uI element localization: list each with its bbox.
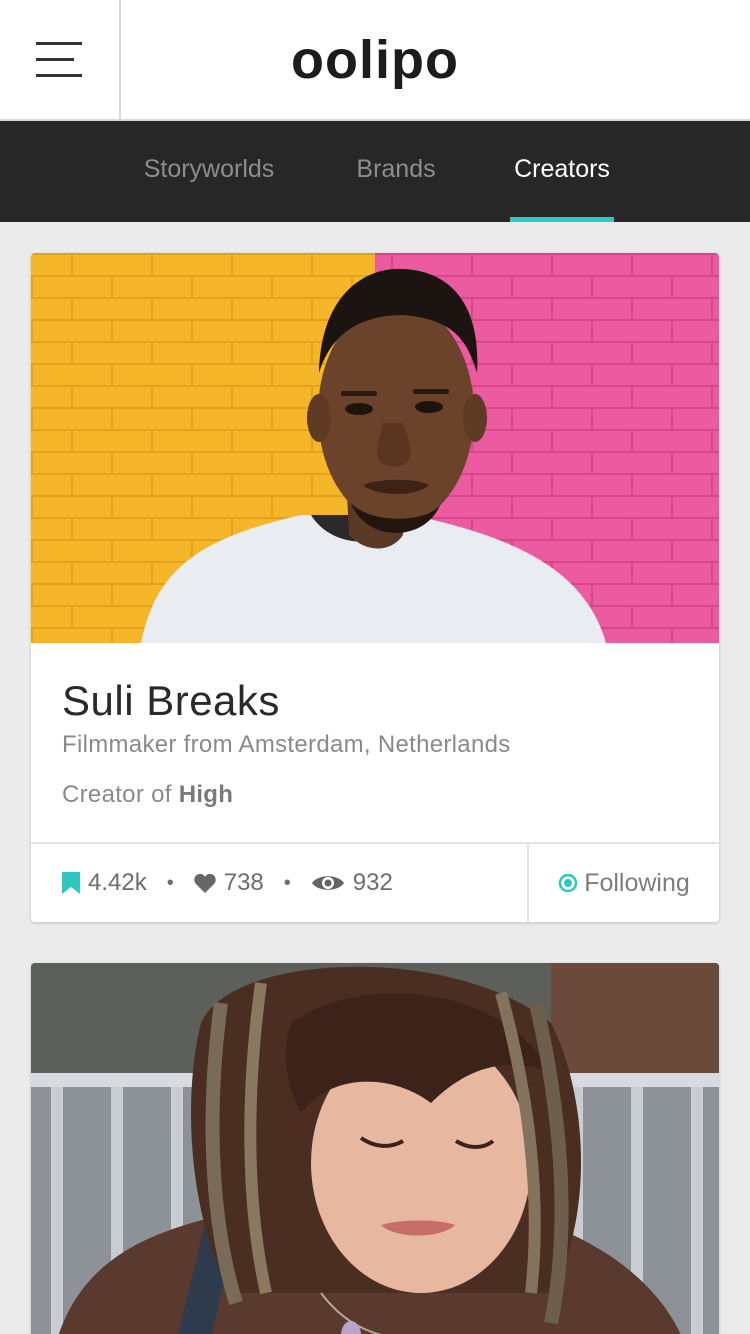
creator-card[interactable] [31, 963, 719, 1334]
eye-icon [311, 876, 344, 890]
creator-subtitle: Filmmaker from Amsterdam, Netherlands [62, 731, 511, 758]
tab-label: Creators [514, 155, 610, 183]
tab-creators[interactable]: Creators [508, 121, 616, 222]
app-root: oolipo Storyworlds Brands Creators Suli … [0, 0, 750, 1334]
menu-button[interactable] [0, 0, 121, 119]
tab-storyworlds[interactable]: Storyworlds [136, 121, 282, 222]
tab-label: Brands [356, 155, 436, 183]
creator-of-line: Creator of High [62, 781, 233, 809]
tab-brands[interactable]: Brands [352, 121, 440, 222]
creator-of-prefix: Creator of [62, 781, 172, 808]
following-label: Following [584, 868, 690, 897]
creator-photo[interactable] [31, 963, 719, 1334]
stats-group: 4.42k • 738 • 932 [62, 844, 393, 922]
likes-count: 738 [223, 869, 264, 896]
hamburger-menu-icon [36, 42, 82, 77]
separator-dot: • [283, 871, 291, 894]
creator-name[interactable]: Suli Breaks [62, 677, 280, 725]
category-tabs: Storyworlds Brands Creators [0, 121, 750, 222]
creator-photo[interactable] [31, 253, 719, 643]
tab-label: Storyworlds [143, 155, 275, 183]
views-stat[interactable]: 932 [311, 869, 393, 897]
top-header: oolipo [0, 0, 750, 121]
bookmark-icon [62, 872, 80, 894]
views-count: 932 [352, 869, 393, 896]
creator-card[interactable]: Suli Breaks Filmmaker from Amsterdam, Ne… [31, 253, 719, 922]
heart-icon [194, 873, 216, 893]
creator-work-link[interactable]: High [179, 781, 234, 808]
bookmarks-count: 4.42k [88, 869, 147, 896]
following-button[interactable]: Following [527, 844, 719, 922]
bookmarks-stat[interactable]: 4.42k [62, 869, 147, 897]
creator-stats-bar: 4.42k • 738 • 932 Following [31, 842, 719, 922]
separator-dot: • [166, 871, 174, 894]
app-logo[interactable]: oolipo [200, 20, 550, 100]
active-tab-indicator [510, 217, 614, 222]
following-radio-icon [558, 873, 578, 893]
likes-stat[interactable]: 738 [194, 869, 264, 897]
